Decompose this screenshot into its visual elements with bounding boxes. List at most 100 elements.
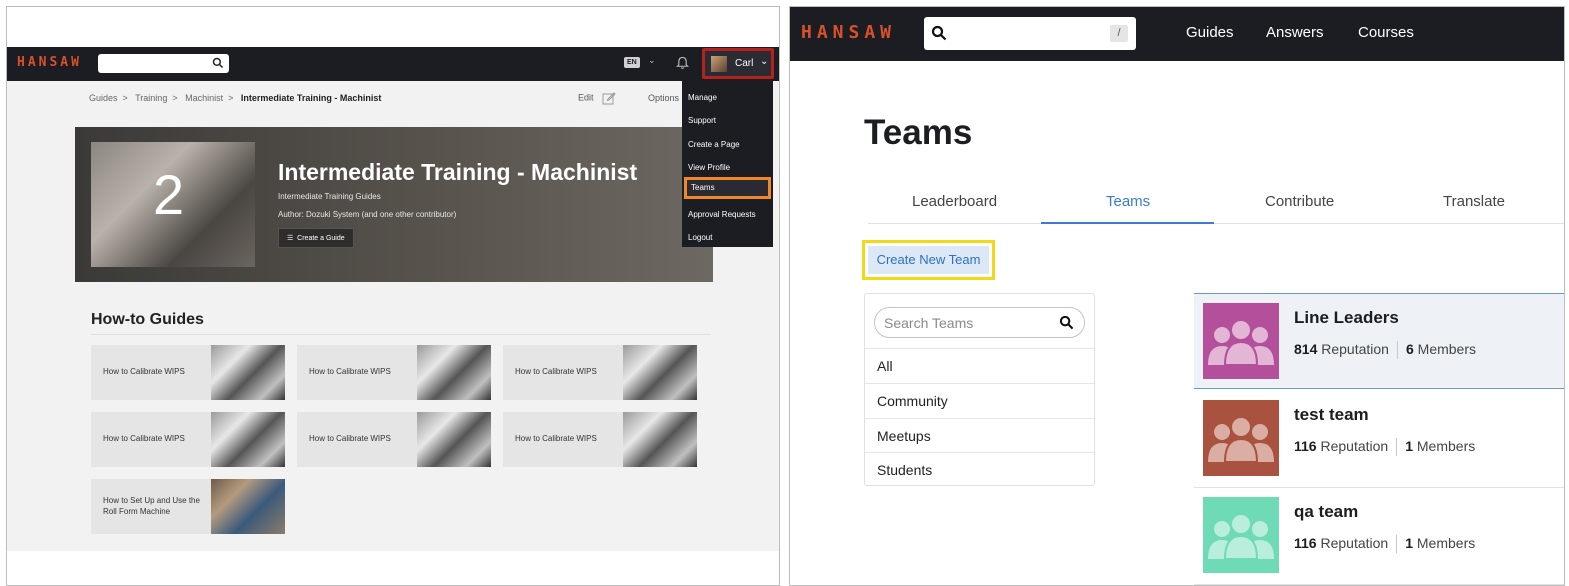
team-name[interactable]: qa team <box>1294 502 1358 522</box>
create-guide-button[interactable]: ☰ Create a Guide <box>278 228 354 248</box>
team-members-value: 1 <box>1405 535 1413 551</box>
tab-translate[interactable]: Translate <box>1443 193 1505 210</box>
breadcrumb-item[interactable]: Machinist <box>185 93 223 103</box>
team-row[interactable]: qa team 116 Reputation 1 Members <box>1194 488 1564 584</box>
guide-card[interactable]: How to Set Up and Use the Roll Form Mach… <box>91 479 285 534</box>
top-navbar: HANSAW / Guides Answers Courses <box>790 7 1564 61</box>
breadcrumb-separator: > <box>172 93 178 103</box>
menu-item-support[interactable]: Support <box>688 116 716 125</box>
divider <box>1396 438 1398 457</box>
guide-title: How to Calibrate WIPS <box>515 367 597 377</box>
team-avatar-icon <box>1203 303 1279 379</box>
create-guide-label: Create a Guide <box>297 235 345 242</box>
search-teams-input[interactable]: Search Teams <box>874 307 1085 338</box>
guide-card[interactable]: How to Calibrate WIPS <box>91 345 285 400</box>
team-row[interactable]: test team 116 Reputation 1 Members <box>1194 391 1564 487</box>
bell-icon[interactable] <box>676 56 689 70</box>
user-menu-button[interactable]: Carl ⌄ <box>702 48 774 79</box>
create-team-highlight: Create New Team <box>862 240 995 280</box>
menu-item-approval-requests[interactable]: Approval Requests <box>688 210 756 219</box>
options-button[interactable]: Options <box>648 93 679 103</box>
chevron-down-icon[interactable]: ⌄ <box>648 55 656 66</box>
nav-courses[interactable]: Courses <box>1358 24 1414 41</box>
create-new-team-button[interactable]: Create New Team <box>868 246 989 274</box>
team-reputation-value: 116 <box>1294 438 1317 454</box>
filter-students[interactable]: Students <box>865 452 1094 487</box>
guide-card[interactable]: How to Calibrate WIPS <box>297 412 491 467</box>
top-navbar: HANSAW EN ⌄ Carl ⌄ <box>7 47 779 81</box>
team-reputation-label: Reputation <box>1320 535 1389 551</box>
team-members-label: Members <box>1416 535 1476 551</box>
team-members-value: 1 <box>1405 438 1413 454</box>
user-dropdown-menu: Manage Support Create a Page View Profil… <box>682 81 773 247</box>
menu-item-logout[interactable]: Logout <box>688 233 712 242</box>
guide-thumbnail <box>211 412 285 467</box>
guide-card[interactable]: How to Calibrate WIPS <box>91 412 285 467</box>
search-icon[interactable] <box>1059 315 1074 330</box>
guide-card[interactable]: How to Calibrate WIPS <box>503 412 697 467</box>
list-icon: ☰ <box>287 235 294 242</box>
team-name[interactable]: Line Leaders <box>1294 308 1399 328</box>
right-screenshot: HANSAW / Guides Answers Courses Teams Le… <box>789 6 1565 586</box>
filter-label: Community <box>877 393 948 409</box>
team-members-label: Members <box>1417 341 1477 357</box>
divider <box>91 334 711 335</box>
breadcrumb: Guides > Training > Machinist > Intermediat… <box>89 93 386 103</box>
search-icon[interactable] <box>931 25 947 41</box>
search-input[interactable] <box>98 54 229 73</box>
filter-label: Students <box>877 462 933 478</box>
tab-teams[interactable]: Teams <box>1106 193 1150 210</box>
brand-logo[interactable]: HANSAW <box>801 22 896 43</box>
filter-all[interactable]: All <box>865 348 1094 383</box>
guide-title: How to Set Up and Use the Roll Form Mach… <box>103 496 200 516</box>
guide-title: How to Calibrate WIPS <box>309 434 391 444</box>
menu-item-teams[interactable]: Teams <box>684 177 771 199</box>
divider <box>1396 535 1398 554</box>
edit-label: Edit <box>578 92 594 103</box>
menu-item-manage[interactable]: Manage <box>688 93 717 102</box>
tab-leaderboard[interactable]: Leaderboard <box>912 193 997 210</box>
guide-thumbnail <box>623 345 697 400</box>
breadcrumb-current: Intermediate Training - Machinist <box>240 93 382 103</box>
filter-community[interactable]: Community <box>865 383 1094 418</box>
guide-thumbnail <box>417 412 491 467</box>
team-reputation-value: 116 <box>1294 535 1317 551</box>
avatar <box>711 56 727 72</box>
guide-card[interactable]: How to Calibrate WIPS <box>503 345 697 400</box>
breadcrumb-separator: > <box>122 93 128 103</box>
edit-button[interactable]: Edit <box>578 91 616 105</box>
filter-label: All <box>877 358 893 374</box>
team-filter-panel: Search Teams All Community Meetups Stude… <box>864 293 1095 486</box>
brand-logo[interactable]: HANSAW <box>17 55 82 70</box>
guide-title: How to Calibrate WIPS <box>309 367 391 377</box>
active-tab-indicator <box>1041 222 1214 224</box>
breadcrumb-item[interactable]: Guides <box>89 93 118 103</box>
page-title: Intermediate Training - Machinist <box>278 159 638 185</box>
nav-guides[interactable]: Guides <box>1186 24 1234 41</box>
search-icon[interactable] <box>212 57 224 69</box>
guide-title: How to Calibrate WIPS <box>103 367 185 377</box>
filter-meetups[interactable]: Meetups <box>865 418 1094 453</box>
tab-contribute[interactable]: Contribute <box>1265 193 1334 210</box>
menu-item-create-page[interactable]: Create a Page <box>688 140 740 149</box>
breadcrumb-separator: > <box>228 93 234 103</box>
breadcrumb-item[interactable]: Training <box>135 93 167 103</box>
hero-banner: 2 Intermediate Training - Machinist Inte… <box>75 127 713 282</box>
search-input[interactable]: / <box>924 17 1136 50</box>
chevron-down-icon: ⌄ <box>760 56 769 67</box>
edit-icon <box>602 92 616 105</box>
guide-title: How to Calibrate WIPS <box>515 434 597 444</box>
team-reputation-label: Reputation <box>1320 438 1389 454</box>
nav-answers[interactable]: Answers <box>1266 24 1324 41</box>
tabs-divider <box>868 223 1564 224</box>
hero-number: 2 <box>153 163 185 226</box>
guide-card[interactable]: How to Calibrate WIPS <box>297 345 491 400</box>
left-screenshot: HANSAW EN ⌄ Carl ⌄ Guides > Training > Mac… <box>6 6 780 586</box>
language-selector[interactable]: EN <box>624 57 640 68</box>
menu-item-view-profile[interactable]: View Profile <box>688 163 730 172</box>
guide-thumbnail <box>211 479 285 534</box>
hero-author: Author: Dozuki System (and one other con… <box>278 210 457 219</box>
team-name[interactable]: test team <box>1294 405 1369 425</box>
team-row[interactable]: Line Leaders 814 Reputation 6 Members <box>1194 293 1564 389</box>
team-members-value: 6 <box>1405 341 1414 357</box>
